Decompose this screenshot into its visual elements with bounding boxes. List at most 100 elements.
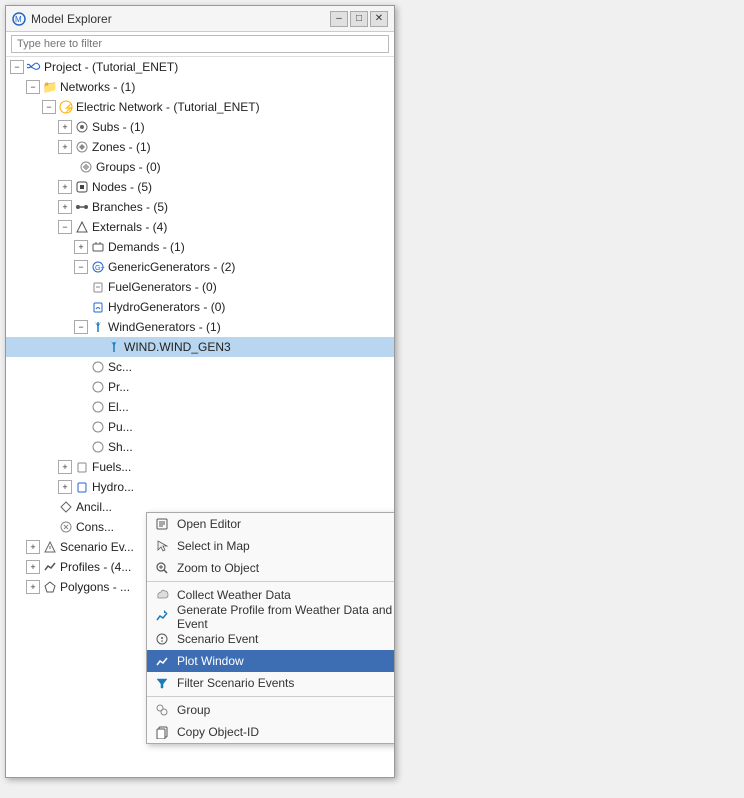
weather-label: Collect Weather Data <box>177 588 291 602</box>
scenario-ev-label: Scenario Ev... <box>60 540 134 554</box>
tree-item-hydrogenerators[interactable]: HydroGenerators - (0) <box>6 297 394 317</box>
tree-item-demands[interactable]: + Demands - (1) <box>6 237 394 257</box>
copy-icon <box>153 723 171 741</box>
expand-fuels[interactable]: + <box>58 460 72 474</box>
tree-item-electric-network[interactable]: − ⚡ Electric Network - (Tutorial_ENET) <box>6 97 394 117</box>
tree-item-project[interactable]: − Project - (Tutorial_ENET) <box>6 57 394 77</box>
tree-item-nodes[interactable]: + Nodes - (5) <box>6 177 394 197</box>
groups-icon <box>78 159 94 175</box>
zones-label: Zones - (1) <box>92 140 151 154</box>
tree-item-sh[interactable]: Sh... <box>6 437 394 457</box>
context-scenario-event[interactable]: Scenario Event ► <box>147 628 394 650</box>
svg-text:M: M <box>15 15 22 24</box>
tree-item-zones[interactable]: + Zones - (1) <box>6 137 394 157</box>
context-plot-window[interactable]: Plot Window ► Default Plot Default Plot <box>147 650 394 672</box>
profiles-icon <box>42 559 58 575</box>
scenario-event-label: Scenario Event <box>177 632 258 646</box>
tree-item-windgenerators[interactable]: − WindGenerators - (1) <box>6 317 394 337</box>
cons-label: Cons... <box>76 520 114 534</box>
nodes-label: Nodes - (5) <box>92 180 152 194</box>
ancil-icon <box>58 499 74 515</box>
context-copy-id[interactable]: Copy Object-ID <box>147 721 394 743</box>
filter-icon <box>153 674 171 692</box>
tree-item-networks[interactable]: − 📁 Networks - (1) <box>6 77 394 97</box>
tree-item-genericgenerators[interactable]: − G~ GenericGenerators - (2) <box>6 257 394 277</box>
context-open-editor[interactable]: Open Editor <box>147 513 394 535</box>
context-filter-events[interactable]: Filter Scenario Events <box>147 672 394 694</box>
context-menu: Open Editor Select in Map Zoom to Object <box>146 512 394 744</box>
groups-label: Groups - (0) <box>96 160 161 174</box>
context-zoom[interactable]: Zoom to Object <box>147 557 394 579</box>
fuel-icon <box>90 279 106 295</box>
group-label: Group <box>177 703 210 717</box>
hydrogenerators-label: HydroGenerators - (0) <box>108 300 225 314</box>
expand-externals[interactable]: − <box>58 220 72 234</box>
expand-electric-network[interactable]: − <box>42 100 56 114</box>
plot-icon <box>153 652 171 670</box>
expand-networks[interactable]: − <box>26 80 40 94</box>
sh-label: Sh... <box>108 440 133 454</box>
context-group[interactable]: Group ► <box>147 699 394 721</box>
tree-item-subs[interactable]: + Subs - (1) <box>6 117 394 137</box>
demands-icon <box>90 239 106 255</box>
filter-input[interactable] <box>11 35 389 53</box>
tree-item-pu[interactable]: Pu... <box>6 417 394 437</box>
expand-subs[interactable]: + <box>58 120 72 134</box>
hydrog-label: Hydro... <box>92 480 134 494</box>
subs-icon <box>74 119 90 135</box>
sh-icon <box>90 439 106 455</box>
maximize-button[interactable]: □ <box>350 11 368 27</box>
tree-item-pr[interactable]: Pr... <box>6 377 394 397</box>
model-explorer-window: M Model Explorer ‒ □ ✕ − Project - (Tuto… <box>5 5 395 778</box>
svg-text:G~: G~ <box>95 265 105 272</box>
expand-scenario-ev[interactable]: + <box>26 540 40 554</box>
close-button[interactable]: ✕ <box>370 11 388 27</box>
pu-label: Pu... <box>108 420 133 434</box>
minimize-button[interactable]: ‒ <box>330 11 348 27</box>
edit-icon <box>153 515 171 533</box>
expand-project[interactable]: − <box>10 60 24 74</box>
context-generate[interactable]: Generate Profile from Weather Data and a… <box>147 606 394 628</box>
externals-label: Externals - (4) <box>92 220 167 234</box>
filter-events-label: Filter Scenario Events <box>177 676 294 690</box>
expand-zones[interactable]: + <box>58 140 72 154</box>
expand-nodes[interactable]: + <box>58 180 72 194</box>
project-label: Project - (Tutorial_ENET) <box>44 60 178 74</box>
folder-icon: 📁 <box>42 79 58 95</box>
expand-hydrog[interactable]: + <box>58 480 72 494</box>
demands-label: Demands - (1) <box>108 240 185 254</box>
branches-label: Branches - (5) <box>92 200 168 214</box>
tree-item-externals[interactable]: − Externals - (4) <box>6 217 394 237</box>
context-select-map[interactable]: Select in Map <box>147 535 394 557</box>
electric-icon: ⚡ <box>58 99 74 115</box>
fuels-label: Fuels... <box>92 460 131 474</box>
generate-icon <box>153 608 171 626</box>
tree-item-fuels[interactable]: + Fuels... <box>6 457 394 477</box>
tree-item-wind-gen3[interactable]: WIND.WIND_GEN3 <box>6 337 394 357</box>
sc-icon <box>90 359 106 375</box>
group-icon <box>153 701 171 719</box>
tree-item-branches[interactable]: + Branches - (5) <box>6 197 394 217</box>
expand-demands[interactable]: + <box>74 240 88 254</box>
svg-text:⚡: ⚡ <box>63 102 73 114</box>
fuels-icon <box>74 459 90 475</box>
title-bar: M Model Explorer ‒ □ ✕ <box>6 6 394 32</box>
tree-item-fuelgenerators[interactable]: FuelGenerators - (0) <box>6 277 394 297</box>
tree-item-el[interactable]: El... <box>6 397 394 417</box>
expand-polygons[interactable]: + <box>26 580 40 594</box>
expand-windgenerators[interactable]: − <box>74 320 88 334</box>
expand-profiles[interactable]: + <box>26 560 40 574</box>
window-title: Model Explorer <box>31 12 112 26</box>
copy-id-label: Copy Object-ID <box>177 725 259 739</box>
tree-container: − Project - (Tutorial_ENET) − 📁 Networks… <box>6 57 394 777</box>
fuelgenerators-label: FuelGenerators - (0) <box>108 280 217 294</box>
tree-item-hydrog[interactable]: + Hydro... <box>6 477 394 497</box>
branches-icon <box>74 199 90 215</box>
tree-item-groups[interactable]: Groups - (0) <box>6 157 394 177</box>
select-map-label: Select in Map <box>177 539 250 553</box>
expand-branches[interactable]: + <box>58 200 72 214</box>
windturbine-icon <box>106 339 122 355</box>
expand-genericgenerators[interactable]: − <box>74 260 88 274</box>
tree-item-sc[interactable]: Sc... <box>6 357 394 377</box>
subs-label: Subs - (1) <box>92 120 145 134</box>
